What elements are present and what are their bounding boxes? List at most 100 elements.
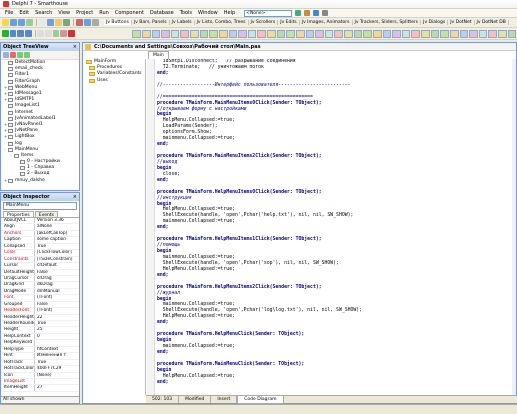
menu-edit[interactable]: Edit <box>16 10 32 16</box>
palette-component-icon[interactable] <box>372 29 382 38</box>
desktop-icon[interactable] <box>313 10 320 16</box>
palette-component-icon[interactable] <box>132 29 141 38</box>
property-value[interactable]: 25 <box>35 327 79 332</box>
new-icon[interactable] <box>2 19 9 26</box>
property-value[interactable]: 0 <box>35 334 79 339</box>
palette-tab-jv-dotnet-db[interactable]: Jv DotNet DB <box>475 20 509 25</box>
menu-component[interactable]: Component <box>112 10 147 16</box>
close-icon[interactable]: × <box>73 43 77 51</box>
palette-component-icon[interactable] <box>459 29 469 38</box>
property-value[interactable]: Изменения т <box>35 353 79 358</box>
explorer-item[interactable]: Uses <box>83 78 145 84</box>
property-value[interactable]: (TFont) <box>35 308 79 313</box>
palette-tab-jv-scrollers[interactable]: Jv Scrollers <box>249 20 279 25</box>
tab-code-diagram[interactable]: Code Diagram <box>237 395 284 404</box>
palette-component-icon[interactable] <box>498 29 507 38</box>
palette-tab-jv-lists-combo-trees[interactable]: Jv Lists, Combo, Trees <box>195 20 249 25</box>
property-value[interactable]: [akLeft,akTop] <box>35 231 79 236</box>
property-value[interactable]: some caption <box>35 237 79 242</box>
program-reset-icon[interactable] <box>67 30 75 37</box>
property-value[interactable]: crDefault <box>35 263 79 268</box>
tab-properties[interactable]: Properties <box>3 211 34 218</box>
property-value[interactable]: dmManual <box>35 289 79 294</box>
save-desktop-icon[interactable] <box>295 10 302 16</box>
palette-component-icon[interactable] <box>507 29 517 38</box>
palette-component-icon[interactable] <box>170 29 180 38</box>
desktop-layout-combo[interactable]: <None> <box>244 9 293 17</box>
menu-view[interactable]: View <box>55 10 73 16</box>
add-to-project-icon[interactable] <box>47 19 54 26</box>
palette-component-icon[interactable] <box>305 29 315 38</box>
property-value[interactable]: False <box>35 302 79 307</box>
move-down-icon[interactable] <box>24 52 30 58</box>
palette-component-icon[interactable] <box>334 29 344 38</box>
palette-component-icon[interactable] <box>161 29 170 38</box>
menu-run[interactable]: Run <box>96 10 112 16</box>
palette-tab-jv-bars-panels[interactable]: Jv Bars, Panels <box>132 20 170 25</box>
palette-component-icon[interactable] <box>257 29 267 38</box>
menu-search[interactable]: Search <box>32 10 55 16</box>
palette-component-icon[interactable] <box>141 29 151 38</box>
trace-into-icon[interactable] <box>17 30 24 37</box>
palette-tab-jv-edits[interactable]: Jv Edits <box>278 20 300 25</box>
palette-component-icon[interactable] <box>209 29 218 38</box>
property-value[interactable]: crDrag <box>35 276 79 281</box>
view-unit-icon[interactable] <box>76 19 83 26</box>
property-value[interactable]: False <box>35 270 79 275</box>
property-value[interactable]: (TFont) <box>35 295 79 300</box>
palette-component-icon[interactable] <box>151 29 161 38</box>
palette-tab-jv-dotnet[interactable]: Jv DotNet <box>448 20 475 25</box>
set-debug-desktop-icon[interactable] <box>304 10 311 16</box>
editor-scrollbar[interactable] <box>512 59 516 395</box>
run-icon[interactable] <box>2 30 9 37</box>
tree-item[interactable]: + mnuy_dalshe <box>4 178 79 184</box>
property-value[interactable]: htContext <box>35 347 79 352</box>
palette-tab-jv-labels[interactable]: Jv Labels <box>170 20 195 25</box>
property-value[interactable]: $00FF7C29 <box>35 366 79 371</box>
save-icon[interactable] <box>18 19 25 26</box>
remove-file-icon[interactable] <box>60 30 67 37</box>
palette-component-icon[interactable] <box>353 29 363 38</box>
palette-component-icon[interactable] <box>411 29 421 38</box>
palette-component-icon[interactable] <box>324 29 334 38</box>
palette-component-icon[interactable] <box>190 29 199 38</box>
palette-component-icon[interactable] <box>295 29 305 38</box>
palette-component-icon[interactable] <box>286 29 295 38</box>
layout-icon[interactable] <box>322 10 329 16</box>
menu-project[interactable]: Project <box>73 10 96 16</box>
menu-help[interactable]: Help <box>221 10 238 16</box>
menu-file[interactable]: File <box>2 10 16 16</box>
property-value[interactable]: dkDrag <box>35 282 79 287</box>
tab-main[interactable]: Main <box>148 51 169 59</box>
palette-component-icon[interactable] <box>421 29 430 38</box>
tab-events[interactable]: Events <box>34 211 58 218</box>
property-value[interactable]: True <box>35 360 79 365</box>
property-value[interactable]: alNone <box>35 224 79 229</box>
new-unit-icon[interactable] <box>45 30 52 37</box>
palette-component-icon[interactable] <box>440 29 449 38</box>
step-over-icon[interactable] <box>24 30 32 37</box>
palette-component-icon[interactable] <box>382 29 392 38</box>
delete-item-icon[interactable] <box>10 52 16 58</box>
palette-component-icon[interactable] <box>363 29 372 38</box>
palette-component-icon[interactable] <box>344 29 353 38</box>
object-selector-combo[interactable]: MainMenu <box>3 202 77 210</box>
property-value[interactable]: [TSizeConstrain] <box>35 257 79 262</box>
open-icon[interactable] <box>10 19 17 26</box>
palette-component-icon[interactable] <box>315 29 324 38</box>
palette-component-icon[interactable] <box>267 29 276 38</box>
palette-component-icon[interactable] <box>430 29 440 38</box>
open-project-icon[interactable] <box>39 19 46 26</box>
palette-tab-jv-images-animators[interactable]: Jv Images, Animators <box>300 20 353 25</box>
code-area[interactable]: idSmtp1.Disconnect; // разрывание соедин… <box>157 59 516 395</box>
new-item-icon[interactable] <box>3 52 9 58</box>
property-value[interactable]: Version 3.36 <box>35 218 79 223</box>
palette-component-icon[interactable] <box>238 29 247 38</box>
palette-component-icon[interactable] <box>199 29 209 38</box>
property-value[interactable] <box>35 340 79 345</box>
property-row[interactable]: ItemHeight 27 <box>1 385 79 392</box>
palette-tab-jv-buttons[interactable]: Jv Buttons <box>104 20 132 25</box>
property-value[interactable]: (None) <box>35 373 79 378</box>
close-icon[interactable]: × <box>73 193 77 201</box>
palette-component-icon[interactable] <box>469 29 478 38</box>
